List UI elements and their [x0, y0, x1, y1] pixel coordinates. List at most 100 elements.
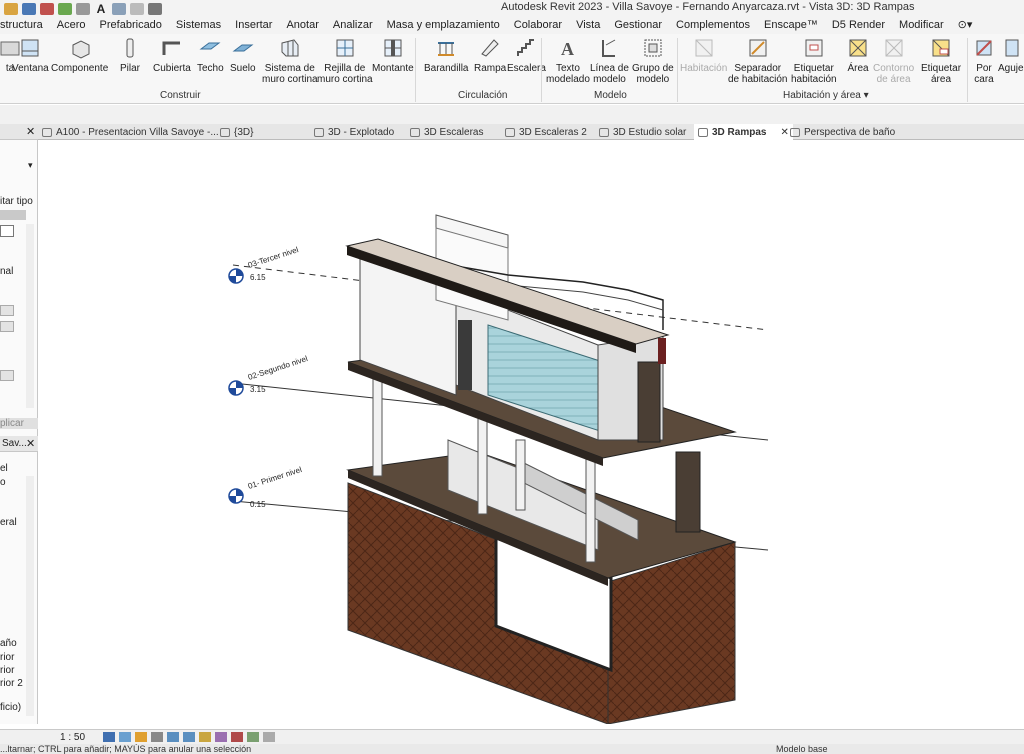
dimension-icon[interactable]	[76, 2, 90, 15]
ribbon-button-area-boundary[interactable]: Contorno de área	[873, 36, 914, 85]
view-scale[interactable]: 1 : 50	[60, 732, 85, 743]
ribbon-tab[interactable]: Insertar	[228, 17, 279, 34]
ribbon-button-by-face[interactable]: Por cara	[972, 36, 996, 85]
visual-style-icon[interactable]	[119, 732, 132, 742]
ribbon-button-tag-area[interactable]: Etiquetar área	[921, 36, 961, 85]
close-icon[interactable]: ✕	[780, 127, 788, 138]
3d-view-icon	[505, 127, 515, 137]
ribbon-button-mullion[interactable]: Montante	[372, 36, 414, 74]
show-crop-icon[interactable]	[183, 732, 196, 742]
browser-item[interactable]: el	[0, 463, 8, 474]
apply-button[interactable]: plicar	[0, 418, 38, 429]
save-icon[interactable]	[22, 2, 36, 15]
panel-title-habitacion[interactable]: Habitación y área ▾	[783, 90, 869, 101]
ribbon-button-curtain-system[interactable]: Sistema de muro cortina	[262, 36, 318, 85]
ribbon-button-ramp[interactable]: Rampa	[474, 36, 506, 74]
panel-separator	[967, 38, 968, 102]
section-icon[interactable]	[130, 2, 144, 15]
browser-item[interactable]: rior 2	[0, 678, 23, 689]
open-icon[interactable]	[4, 2, 18, 15]
ribbon-tab[interactable]: Modificar	[892, 17, 951, 34]
text-icon[interactable]: A	[94, 3, 108, 15]
ribbon-button-window[interactable]: Ventana	[12, 36, 49, 74]
ribbon-tab[interactable]: Masa y emplazamiento	[380, 17, 507, 34]
ribbon-button-component[interactable]: Componente	[51, 36, 108, 74]
browser-item[interactable]: año	[0, 638, 17, 649]
ribbon-tab[interactable]: Acero	[50, 17, 93, 34]
ribbon-tab[interactable]: Anotar	[279, 17, 325, 34]
property-button[interactable]	[0, 370, 14, 381]
view-tab[interactable]: A100 - Presentacion Villa Savoye -...	[42, 124, 219, 140]
view-tab[interactable]: 3D Escaleras 2	[505, 124, 587, 140]
property-button[interactable]	[0, 305, 14, 316]
browser-item[interactable]: ficio)	[0, 702, 21, 713]
view-tab[interactable]: {3D}	[220, 124, 253, 140]
browser-scrollbar[interactable]	[26, 476, 34, 716]
ribbon-button-model-line[interactable]: Línea de modelo	[590, 36, 629, 85]
properties-scrollbar[interactable]	[26, 224, 34, 408]
ribbon-tab[interactable]: Analizar	[326, 17, 380, 34]
switch-windows-icon[interactable]	[148, 2, 162, 15]
ribbon-button-roof[interactable]: Cubierta	[153, 36, 191, 74]
analytical-model-icon[interactable]	[247, 732, 260, 742]
browser-item[interactable]: eral	[0, 517, 17, 528]
crop-view-icon[interactable]	[167, 732, 180, 742]
measure-icon[interactable]	[58, 2, 72, 15]
ribbon-tab[interactable]: Prefabricado	[93, 17, 169, 34]
lock-3d-icon[interactable]	[199, 732, 212, 742]
ribbon-tab[interactable]: Colaborar	[507, 17, 569, 34]
edit-type-button[interactable]: itar tipo	[0, 196, 33, 207]
view-tab-bar: A100 - Presentacion Villa Savoye -... {3…	[38, 124, 1024, 140]
options-dropdown-icon[interactable]: ⊙▾	[951, 17, 980, 34]
browser-item[interactable]: o	[0, 477, 6, 488]
ribbon-button-curtain-grid[interactable]: Rejilla de muro cortina	[317, 36, 373, 85]
shadows-icon[interactable]	[151, 732, 164, 742]
ribbon-tab[interactable]: Vista	[569, 17, 607, 34]
ribbon-button-room[interactable]: Habitación	[680, 36, 727, 74]
property-value-field[interactable]	[0, 225, 14, 237]
close-icon[interactable]: ✕	[26, 125, 35, 138]
ribbon-tab[interactable]: structura	[0, 17, 50, 34]
ribbon-tab[interactable]: Enscape™	[757, 17, 825, 34]
ribbon-gap	[0, 105, 1024, 124]
reveal-hidden-icon[interactable]	[231, 732, 244, 742]
chevron-down-icon[interactable]: ▾	[28, 160, 33, 171]
highlight-displacement-icon[interactable]	[263, 732, 276, 742]
ribbon-button-shaft[interactable]: Agujer	[998, 36, 1024, 74]
ribbon-tab[interactable]: Sistemas	[169, 17, 228, 34]
model-group-icon	[641, 36, 665, 60]
view-tab[interactable]: Perspectiva de baño	[790, 124, 895, 140]
3d-view-canvas[interactable]: 03-Tercer nivel 6.15 02-Segundo nivel 3.…	[38, 140, 1024, 725]
property-button[interactable]	[0, 321, 14, 332]
view-tab-active[interactable]: 3D Rampas ✕	[694, 124, 793, 140]
view-tab[interactable]: 3D Escaleras	[410, 124, 483, 140]
column	[515, 439, 526, 511]
temp-hide-icon[interactable]	[215, 732, 228, 742]
ribbon-button-room-separator[interactable]: Separador de habitación	[728, 36, 788, 85]
browser-item[interactable]: rior	[0, 652, 14, 663]
ribbon-button-railing[interactable]: Barandilla	[424, 36, 468, 74]
sun-path-icon[interactable]	[135, 732, 148, 742]
ribbon-button-tag-room[interactable]: Etiquetar habitación	[791, 36, 837, 85]
sync-icon[interactable]	[40, 2, 54, 15]
ribbon-tab[interactable]: Gestionar	[607, 17, 669, 34]
close-icon[interactable]: ✕	[26, 437, 35, 450]
view-tab[interactable]: 3D Estudio solar	[599, 124, 686, 140]
model-line-icon	[597, 36, 621, 60]
detail-level-icon[interactable]	[103, 732, 116, 742]
opening	[458, 320, 472, 390]
ribbon-button-ceiling[interactable]: Techo	[197, 36, 224, 74]
ribbon-button-area[interactable]: Área	[846, 36, 870, 74]
browser-item[interactable]: rior	[0, 665, 14, 676]
workset-field[interactable]: Modelo base	[776, 744, 828, 754]
ribbon-button-column[interactable]: Pilar	[118, 36, 142, 74]
3d-view-icon[interactable]	[112, 2, 126, 15]
ribbon-button-floor[interactable]: Suelo	[230, 36, 256, 74]
ribbon-button-model-text[interactable]: A Texto modelado	[546, 36, 590, 85]
curtain-grid-icon	[333, 36, 357, 60]
ribbon-tab[interactable]: D5 Render	[825, 17, 892, 34]
status-bar: ...ltarnar; CTRL para añadir; MAYÚS para…	[0, 744, 1024, 754]
view-tab[interactable]: 3D - Explotado	[314, 124, 394, 140]
ribbon-tab[interactable]: Complementos	[669, 17, 757, 34]
ribbon-button-model-group[interactable]: Grupo de modelo	[632, 36, 674, 85]
